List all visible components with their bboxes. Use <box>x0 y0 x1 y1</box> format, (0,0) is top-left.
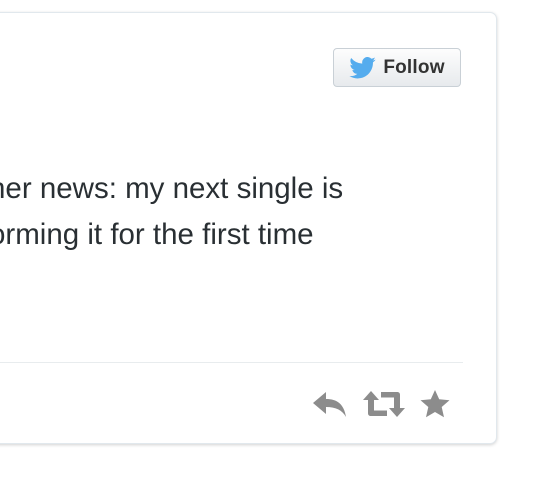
follow-button[interactable]: Follow <box>333 48 461 87</box>
tweet-text-line-2: orming it for the first time <box>0 218 314 251</box>
retweet-icon[interactable] <box>361 389 407 419</box>
tweet-card: Follow her news: my next single is ormin… <box>0 12 497 444</box>
tweet-text: her news: my next single is orming it fo… <box>0 166 479 258</box>
tweet-text-line-1: her news: my next single is <box>0 172 344 205</box>
follow-label: Follow <box>383 56 445 78</box>
screenshot-stage: Follow her news: my next single is ormin… <box>0 0 552 483</box>
tweet-divider <box>0 362 463 363</box>
twitter-bird-icon <box>349 56 377 78</box>
star-icon[interactable] <box>419 389 451 419</box>
reply-icon[interactable] <box>311 389 349 419</box>
tweet-actions <box>311 389 451 419</box>
